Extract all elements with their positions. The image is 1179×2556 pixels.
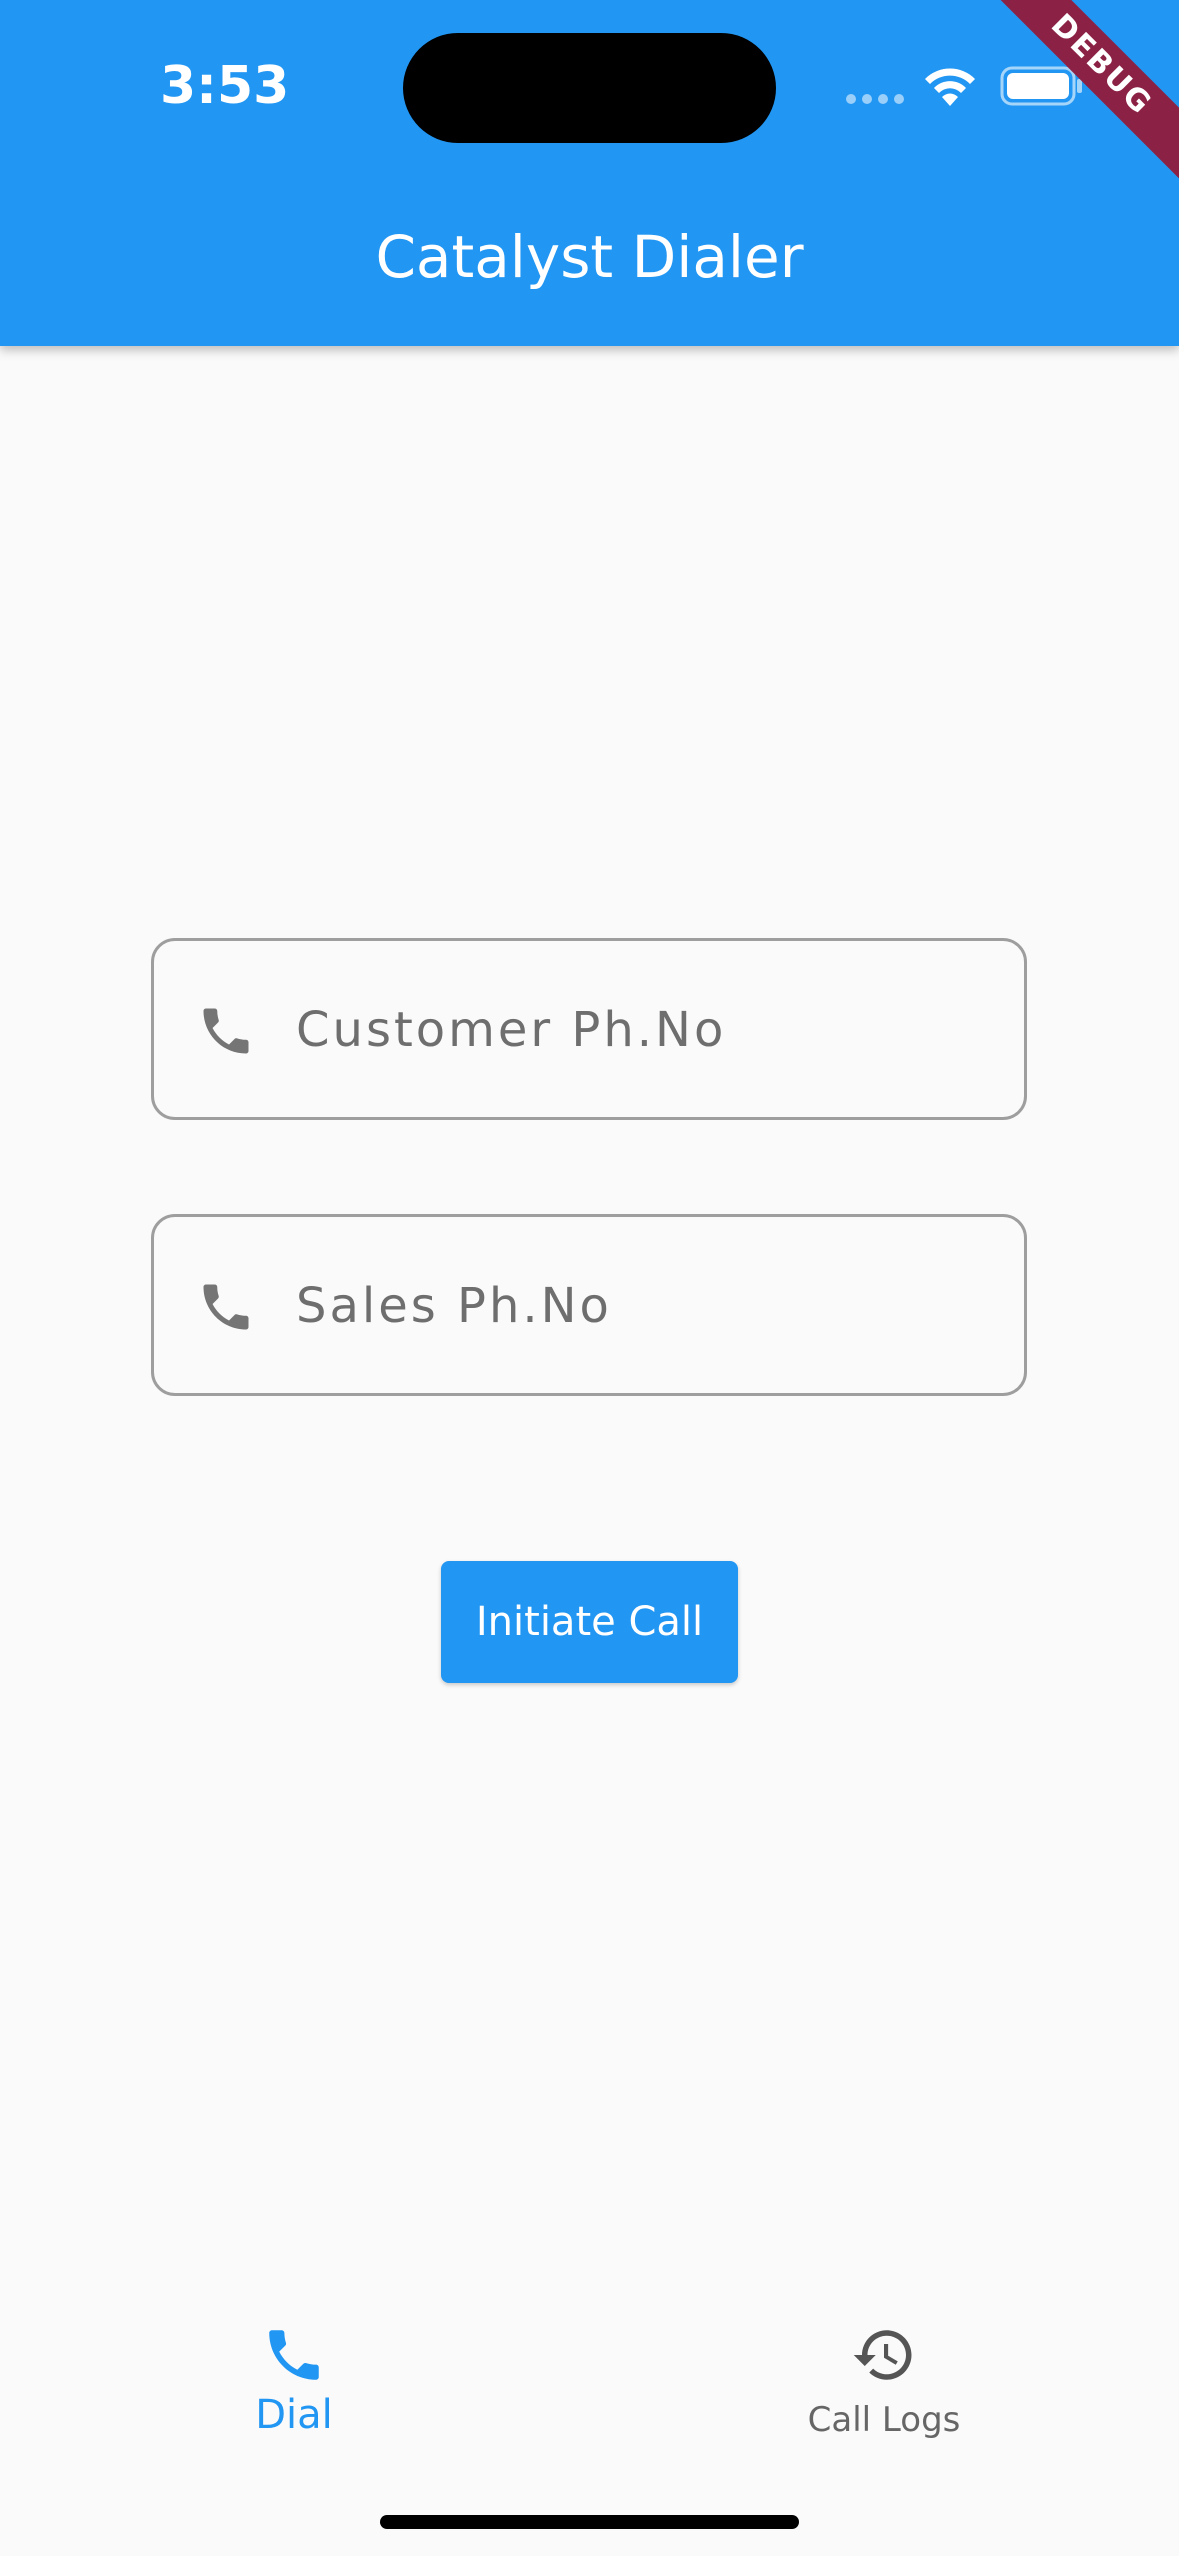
battery-icon — [1000, 66, 1082, 106]
sales-phone-field[interactable] — [151, 1214, 1027, 1396]
home-indicator — [380, 2515, 799, 2529]
nav-item-dial[interactable]: Dial — [94, 2322, 494, 2438]
phone-icon — [269, 2330, 319, 2380]
nav-label-call-logs: Call Logs — [807, 2400, 961, 2440]
phone-icon — [203, 1008, 249, 1054]
nav-item-call-logs[interactable]: Call Logs — [684, 2322, 1084, 2440]
app-title: Catalyst Dialer — [375, 223, 804, 291]
initiate-call-button[interactable]: Initiate Call — [441, 1561, 738, 1683]
history-icon — [853, 2330, 912, 2380]
dynamic-island — [403, 33, 776, 143]
nav-label-dial: Dial — [255, 2392, 333, 2438]
wifi-icon — [925, 68, 975, 106]
status-time: 3:53 — [160, 56, 290, 116]
app-header: 3:53 Catalyst Dialer DEBUG — [0, 0, 1179, 346]
customer-phone-input[interactable] — [294, 941, 998, 1119]
customer-phone-field[interactable] — [151, 938, 1027, 1120]
sales-phone-input[interactable] — [294, 1217, 998, 1395]
phone-icon — [203, 1284, 249, 1330]
signal-dots-icon — [846, 94, 904, 104]
